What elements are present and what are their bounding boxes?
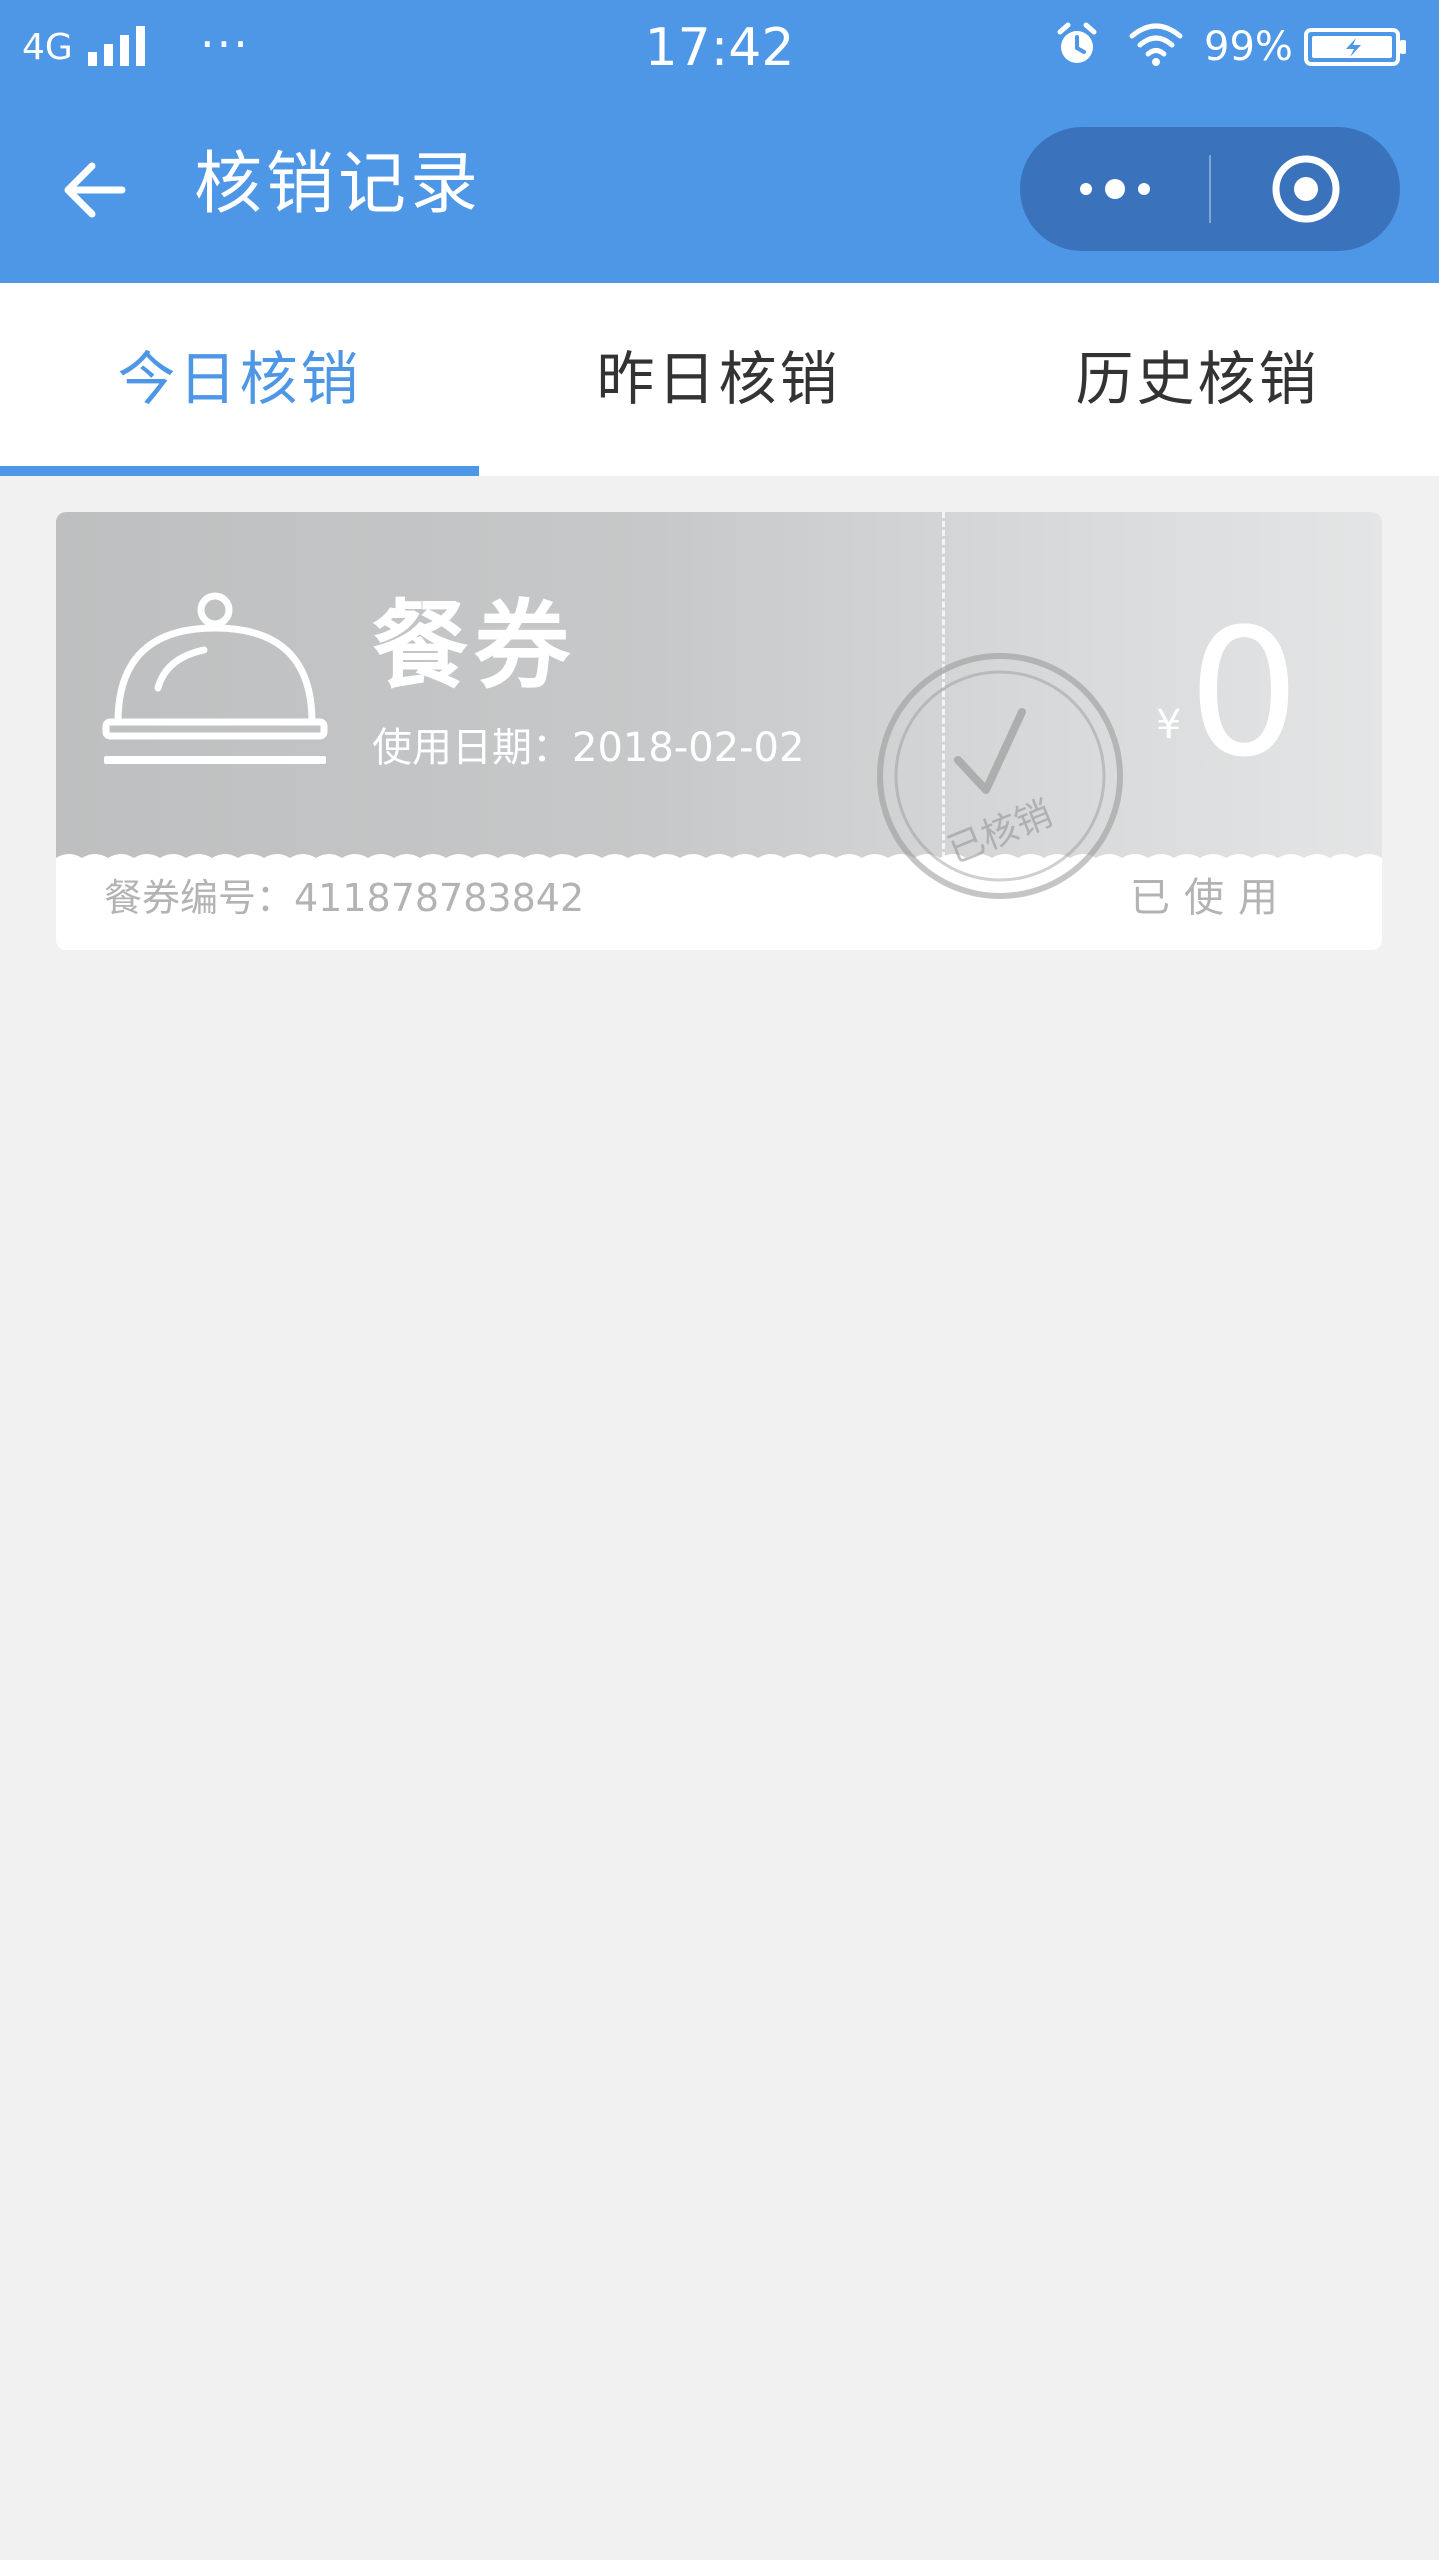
mini-program-capsule (1020, 127, 1400, 251)
alarm-icon (1057, 22, 1097, 63)
coupon-number: 餐券编号：411878783842 (104, 876, 585, 920)
coupon-amount: 0 (1188, 591, 1300, 796)
tab-history[interactable]: 历史核销 (958, 283, 1437, 476)
status-bar: 4G ··· 17:42 99% (0, 0, 1439, 95)
tab-yesterday[interactable]: 昨日核销 (479, 283, 958, 476)
page-title: 核销记录 (194, 145, 483, 224)
more-dots-icon[interactable] (1020, 127, 1210, 251)
battery-charging-icon (1304, 28, 1406, 66)
stamp-text: 已核销 (942, 793, 1058, 871)
header: 4G ··· 17:42 99% 核销记录 (0, 0, 1439, 283)
coupon-title: 餐券 (372, 590, 576, 702)
coupon-header: 餐券 使用日期：2018-02-02 ¥ 0 (56, 512, 1382, 858)
coupon-status: 已使用 (1130, 875, 1292, 921)
wifi-icon (1129, 23, 1183, 66)
active-tab-indicator (0, 466, 479, 476)
tab-today[interactable]: 今日核销 (0, 283, 479, 476)
capsule-divider (1209, 155, 1211, 223)
tab-bar: 今日核销 昨日核销 历史核销 (0, 283, 1439, 476)
coupon-card[interactable]: 餐券 使用日期：2018-02-02 ¥ 0 已核销 餐券编号：41187878… (56, 512, 1382, 950)
back-arrow-icon[interactable] (52, 145, 142, 235)
nav-bar: 核销记录 (0, 95, 1439, 283)
coupon-date: 使用日期：2018-02-02 (372, 725, 805, 771)
coupon-wave-edge (56, 854, 1382, 864)
battery-percent: 99% (1204, 24, 1293, 70)
verified-stamp-icon: 已核销 (877, 653, 1123, 899)
target-close-icon[interactable] (1212, 127, 1400, 251)
cloche-icon (102, 592, 328, 764)
